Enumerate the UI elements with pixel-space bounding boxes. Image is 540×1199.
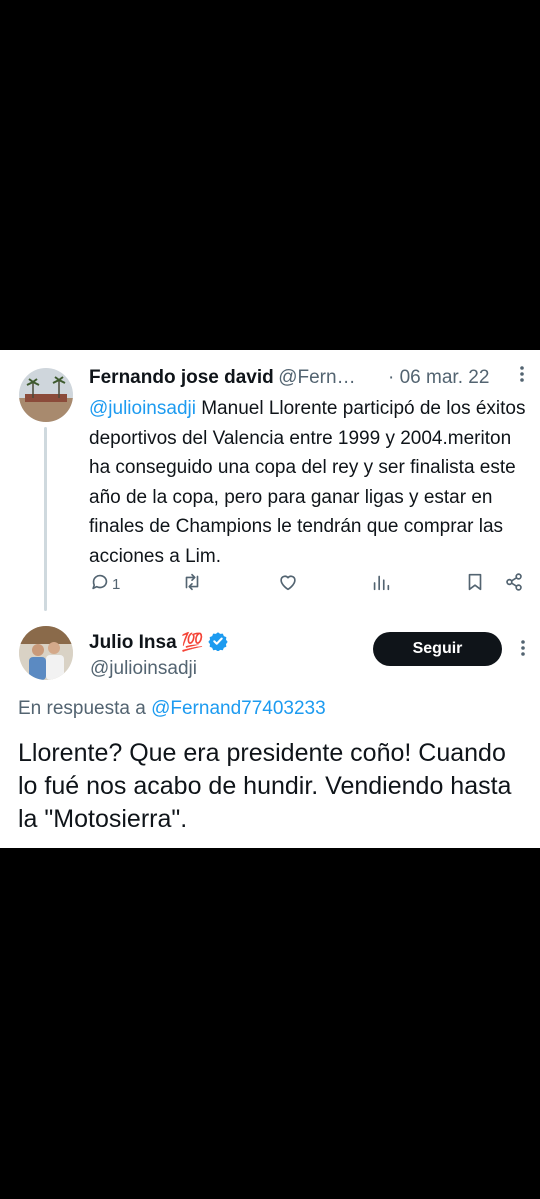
views-icon	[370, 571, 392, 597]
bookmark-icon	[464, 571, 486, 597]
hundred-points-emoji: 💯	[181, 632, 204, 652]
more-icon[interactable]	[512, 364, 532, 389]
tweet-card: Fernando jose david @Fern… · 06 mar. 22 …	[0, 350, 540, 848]
tweet1-body: Manuel Llorente participó de los éxitos …	[89, 398, 526, 567]
author-handle[interactable]: @julioinsadji	[90, 658, 197, 680]
share-icon	[503, 571, 525, 597]
retweet-icon	[181, 571, 203, 597]
verified-badge-icon	[208, 631, 228, 656]
reply-icon	[89, 571, 111, 597]
more-icon[interactable]	[513, 638, 533, 663]
like-icon	[277, 571, 299, 597]
follow-button[interactable]: Seguir	[373, 632, 502, 666]
bookmark-button[interactable]	[464, 572, 486, 596]
thread-line	[44, 427, 47, 611]
tweet2-text: Llorente? Que era presidente coño! Cuand…	[18, 739, 512, 833]
retweet-button[interactable]	[181, 572, 203, 596]
reply-mention-link[interactable]: @Fernand77403233	[151, 698, 326, 719]
tweet2-header: Julio Insa 💯	[89, 631, 228, 656]
fernando-avatar[interactable]	[19, 368, 73, 422]
tweet1-header: Fernando jose david @Fern…	[89, 367, 356, 389]
tweet-date[interactable]: · 06 mar. 22	[388, 367, 489, 389]
tweet1-actions: 1	[89, 572, 529, 596]
like-button[interactable]	[277, 572, 299, 596]
views-button[interactable]	[370, 572, 392, 596]
share-button[interactable]	[503, 572, 525, 596]
tweet1-text: @julioinsadji Manuel Llorente participó …	[89, 394, 529, 571]
reply-context: En respuesta a @Fernand77403233	[18, 698, 326, 720]
author-handle[interactable]: @Fern…	[278, 367, 355, 388]
author-name[interactable]: Fernando jose david	[89, 367, 274, 388]
reply-prefix: En respuesta a	[18, 698, 152, 719]
reply-count: 1	[112, 575, 121, 593]
mention-link[interactable]: @julioinsadji	[89, 398, 196, 419]
julio-avatar[interactable]	[19, 626, 73, 680]
reply-button[interactable]: 1	[89, 572, 120, 596]
author-name[interactable]: Julio Insa	[89, 632, 177, 653]
